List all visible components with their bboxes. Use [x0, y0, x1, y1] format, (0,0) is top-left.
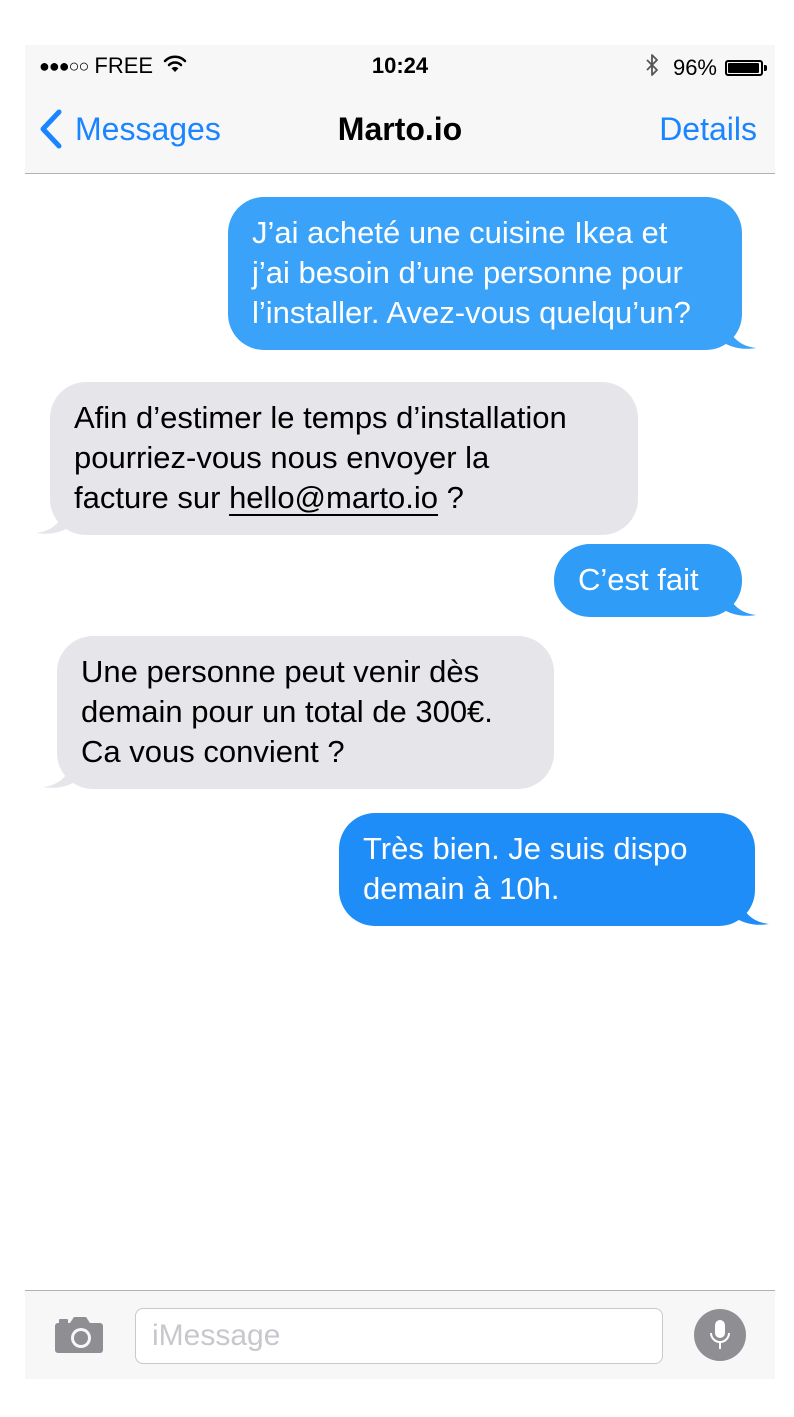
message-text: demain à 10h. [363, 871, 560, 906]
status-bar: ●●●○○ FREE 10:24 96% [25, 45, 775, 85]
message-bubble: C’est fait [554, 544, 756, 617]
battery-percent: 96% [672, 55, 717, 80]
message-outgoing: Très bien. Je suis dispo demain à 10h. [339, 813, 769, 926]
message-text: Une personne peut venir dès [81, 654, 480, 689]
message-text: demain pour un total de 300€. [81, 694, 493, 729]
navigation-bar: Messages Marto.io Details [25, 85, 775, 174]
bubble-tail [726, 591, 756, 616]
message-text: facture sur [74, 480, 230, 515]
camera-icon[interactable] [53, 1315, 105, 1355]
message-outgoing: J’ai acheté une cuisine Ikea et j’ai bes… [228, 197, 756, 350]
message-outgoing: C’est fait [554, 544, 756, 617]
battery-tip [764, 65, 767, 71]
message-text: Ca vous convient ? [81, 734, 345, 769]
imessage-input[interactable] [135, 1308, 663, 1364]
bubble-tail [43, 763, 73, 788]
message-text: C’est fait [578, 562, 699, 597]
battery-fill [728, 63, 759, 73]
messages-screen: ●●●○○ FREE 10:24 96% Messages Marto.io D… [25, 45, 775, 1379]
bubble-tail [36, 509, 66, 534]
message-text: J’ai acheté une cuisine Ikea et [252, 215, 668, 250]
bluetooth-icon [645, 53, 659, 83]
bubble-tail [739, 900, 769, 925]
message-text: Très bien. Je suis dispo [363, 831, 688, 866]
message-text: Afin d’estimer le temps d’installation [74, 400, 567, 435]
details-button[interactable]: Details [659, 111, 757, 148]
message-incoming: Une personne peut venir dès demain pour … [43, 636, 554, 789]
battery-icon [725, 60, 767, 76]
message-bubble: J’ai acheté une cuisine Ikea et j’ai bes… [228, 197, 756, 350]
message-text: j’ai besoin d’une personne pour [252, 255, 683, 290]
message-input-bar [25, 1290, 775, 1379]
message-bubble: Très bien. Je suis dispo demain à 10h. [339, 813, 769, 926]
message-bubble: Afin d’estimer le temps d’installation p… [36, 382, 638, 535]
message-text: pourriez-vous nous envoyer la [74, 440, 490, 475]
email-link[interactable]: hello@marto.io [229, 480, 438, 515]
microphone-icon[interactable] [694, 1309, 746, 1361]
message-incoming: Afin d’estimer le temps d’installation p… [36, 382, 638, 535]
message-bubble: Une personne peut venir dès demain pour … [43, 636, 554, 789]
message-text-last: facture sur hello@marto.io ? [74, 478, 614, 518]
message-text: l’installer. Avez-vous quelqu’un? [252, 295, 691, 330]
message-text: ? [438, 480, 464, 515]
bubble-tail [726, 324, 756, 349]
